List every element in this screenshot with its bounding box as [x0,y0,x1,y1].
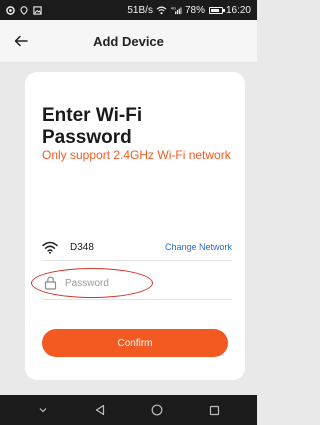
system-nav-bar [0,395,257,425]
image-icon [33,5,42,15]
wifi-icon [42,241,58,254]
nav-collapse-button[interactable] [31,398,55,422]
notification-app-icon [6,5,15,15]
password-input[interactable] [65,277,175,289]
back-triangle-icon [95,404,104,416]
wifi-status-icon [156,6,167,15]
wifi-network-name: D348 [70,241,94,253]
clock: 16:20 [225,4,251,16]
nav-back-button[interactable] [88,398,112,422]
home-circle-icon [151,404,163,416]
card-title: Enter Wi-Fi Password [42,105,143,148]
location-icon [20,5,28,15]
wifi-password-card: Enter Wi-Fi Password Only support 2.4GHz… [25,72,245,380]
battery-icon [208,6,225,14]
page-title: Add Device [93,33,164,49]
nav-home-button[interactable] [145,398,169,422]
battery-fill [210,8,219,12]
back-button[interactable] [10,30,32,52]
divider-wifi [42,260,232,261]
status-bar: 51B/s 4G 78% 16:20 [0,0,257,20]
status-bar-left [6,5,42,15]
password-field-row[interactable] [40,270,232,296]
nav-recents-button[interactable] [202,398,226,422]
change-network-link[interactable]: Change Network [165,242,232,252]
signal-label: 4G [171,6,176,11]
recents-square-icon [209,405,219,415]
network-speed: 51B/s [127,4,153,16]
confirm-button[interactable]: Confirm [42,329,228,357]
back-arrow-icon [14,35,28,47]
divider-password [42,299,232,300]
wifi-network-row: D348 Change Network [42,236,232,258]
chevron-down-icon [39,408,47,413]
app-header: Add Device [0,20,257,62]
lock-icon [44,276,57,290]
band-warning-text: Only support 2.4GHz Wi-Fi network [42,148,231,162]
cell-signal-icon: 4G [170,6,182,15]
battery-percent: 78% [184,4,205,16]
status-bar-right: 51B/s 4G 78% 16:20 [127,5,251,16]
